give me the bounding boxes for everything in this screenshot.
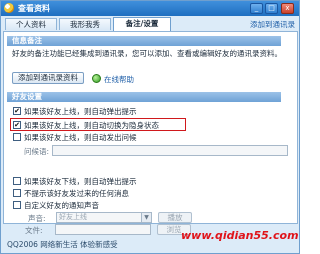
tab-remarks-settings[interactable]: 备注/设置	[113, 17, 171, 31]
checkbox-online-greeting[interactable]	[13, 133, 21, 141]
remarks-description: 好友的备注功能已经集成到通讯录，您可以添加、查看或编辑好友的通讯录资料。	[12, 49, 282, 58]
minimize-button[interactable]: _	[250, 3, 263, 14]
play-button[interactable]: 播放	[158, 212, 192, 223]
checkbox-block-messages[interactable]	[13, 189, 21, 197]
qq-penguin-icon	[4, 3, 14, 13]
option-custom-sound-label: 自定义好友的通知声音	[24, 201, 99, 210]
title-bar: 查看资料 _ □ x	[1, 1, 299, 16]
tab-profile[interactable]: 个人资料	[5, 18, 57, 30]
window: 查看资料 _ □ x 个人资料 我形我秀 备注/设置 添加到通讯录 信息备注 好…	[0, 0, 300, 254]
option-online-greeting-label: 如果该好友上线，则自动发出问候	[24, 133, 137, 142]
sound-select-value: 好友上线	[59, 213, 87, 221]
window-title: 查看资料	[18, 4, 50, 13]
maximize-button[interactable]: □	[265, 3, 278, 14]
sound-label: 声音:	[28, 214, 46, 223]
add-contact-info-button[interactable]: 添加到通讯录资料	[12, 72, 84, 84]
greeting-input[interactable]	[52, 145, 288, 156]
chevron-down-icon: ▼	[141, 213, 151, 222]
settings-panel: 信息备注 好友的备注功能已经集成到通讯录，您可以添加、查看或编辑好友的通讯录资料…	[3, 31, 298, 224]
remarks-section-header: 信息备注	[7, 36, 281, 46]
friend-settings-header: 好友设置	[7, 92, 281, 102]
option-block-messages-label: 不提示该好友发过来的任何消息	[24, 189, 129, 198]
checkbox-online-popup[interactable]	[13, 107, 21, 115]
file-input[interactable]	[55, 224, 151, 235]
online-help-link[interactable]: 在线帮助	[104, 74, 134, 85]
option-online-invisible-label: 如果该好友上线，则自动切换为隐身状态	[24, 121, 159, 130]
checkbox-offline-popup[interactable]	[13, 177, 21, 185]
tab-strip: 个人资料 我形我秀 备注/设置 添加到通讯录	[3, 17, 299, 31]
greeting-label: 问候语:	[24, 147, 50, 156]
tab-show[interactable]: 我形我秀	[59, 18, 111, 30]
checkbox-custom-sound[interactable]	[13, 201, 21, 209]
file-label: 文件:	[25, 226, 43, 235]
watermark: www.qidian55.com	[181, 229, 299, 242]
sound-select[interactable]: 好友上线 ▼	[56, 212, 152, 223]
online-help-icon	[92, 74, 101, 83]
option-offline-popup-label: 如果该好友下线，则自动弹出提示	[24, 177, 137, 186]
footer-slogan: QQ2006 网络新生活 体验新感受	[7, 240, 118, 249]
checkbox-online-invisible[interactable]	[13, 121, 21, 129]
close-button[interactable]: x	[281, 3, 294, 14]
add-to-contacts-link[interactable]: 添加到通讯录	[250, 19, 295, 30]
option-online-popup-label: 如果该好友上线，则自动弹出提示	[24, 107, 137, 116]
